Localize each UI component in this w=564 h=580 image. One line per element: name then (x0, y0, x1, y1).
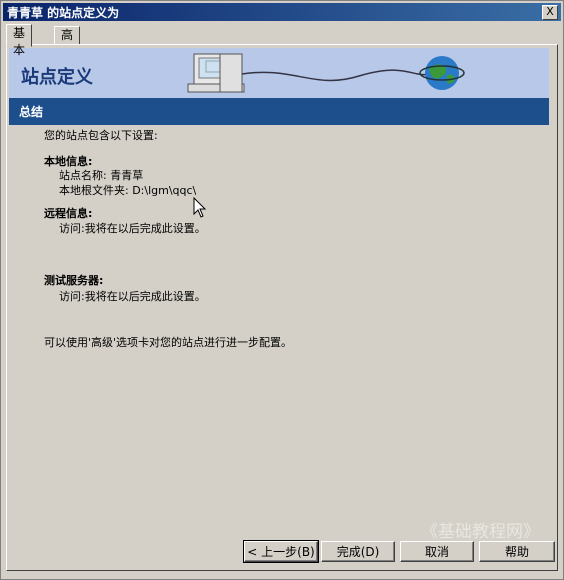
finish-button[interactable]: 完成(D) (321, 541, 395, 562)
cancel-button[interactable]: 取消 (400, 541, 474, 562)
remote-access-value: 访问:我将在以后完成此设置。 (59, 222, 206, 235)
tab-advanced[interactable]: 高级 (54, 26, 81, 59)
site-definition-window: 青青草 的站点定义为 X 基本 高级 站点定义 总结 您的站点包含以下设置: 本… (0, 0, 564, 580)
mouse-cursor-icon (193, 197, 207, 218)
section-header: 总结 (9, 98, 549, 125)
section-title: 总结 (19, 105, 44, 119)
tab-basic[interactable]: 基本 (6, 24, 33, 57)
banner: 站点定义 (9, 48, 549, 98)
back-button[interactable]: < 上一步(B) (243, 540, 319, 563)
root-folder-value: 本地根文件夹: D:\lgm\qqc\ (59, 184, 197, 197)
summary-intro: 您的站点包含以下设置: (44, 129, 158, 142)
remote-info-heading: 远程信息: (44, 207, 93, 220)
close-button[interactable]: X (542, 5, 558, 20)
watermark: 《基础教程网》 (421, 522, 540, 542)
banner-title: 站点定义 (21, 67, 93, 88)
title-bar[interactable]: 青青草 的站点定义为 X (3, 3, 561, 21)
help-button[interactable]: 帮助 (479, 541, 555, 562)
window-title: 青青草 的站点定义为 (7, 6, 120, 20)
globe-icon (419, 56, 465, 90)
testing-server-heading: 测试服务器: (44, 274, 104, 287)
testing-access-value: 访问:我将在以后完成此设置。 (59, 290, 206, 303)
advanced-note: 可以使用'高级'选项卡对您的站点进行进一步配置。 (44, 336, 293, 349)
site-name-value: 站点名称: 青青草 (59, 169, 144, 182)
